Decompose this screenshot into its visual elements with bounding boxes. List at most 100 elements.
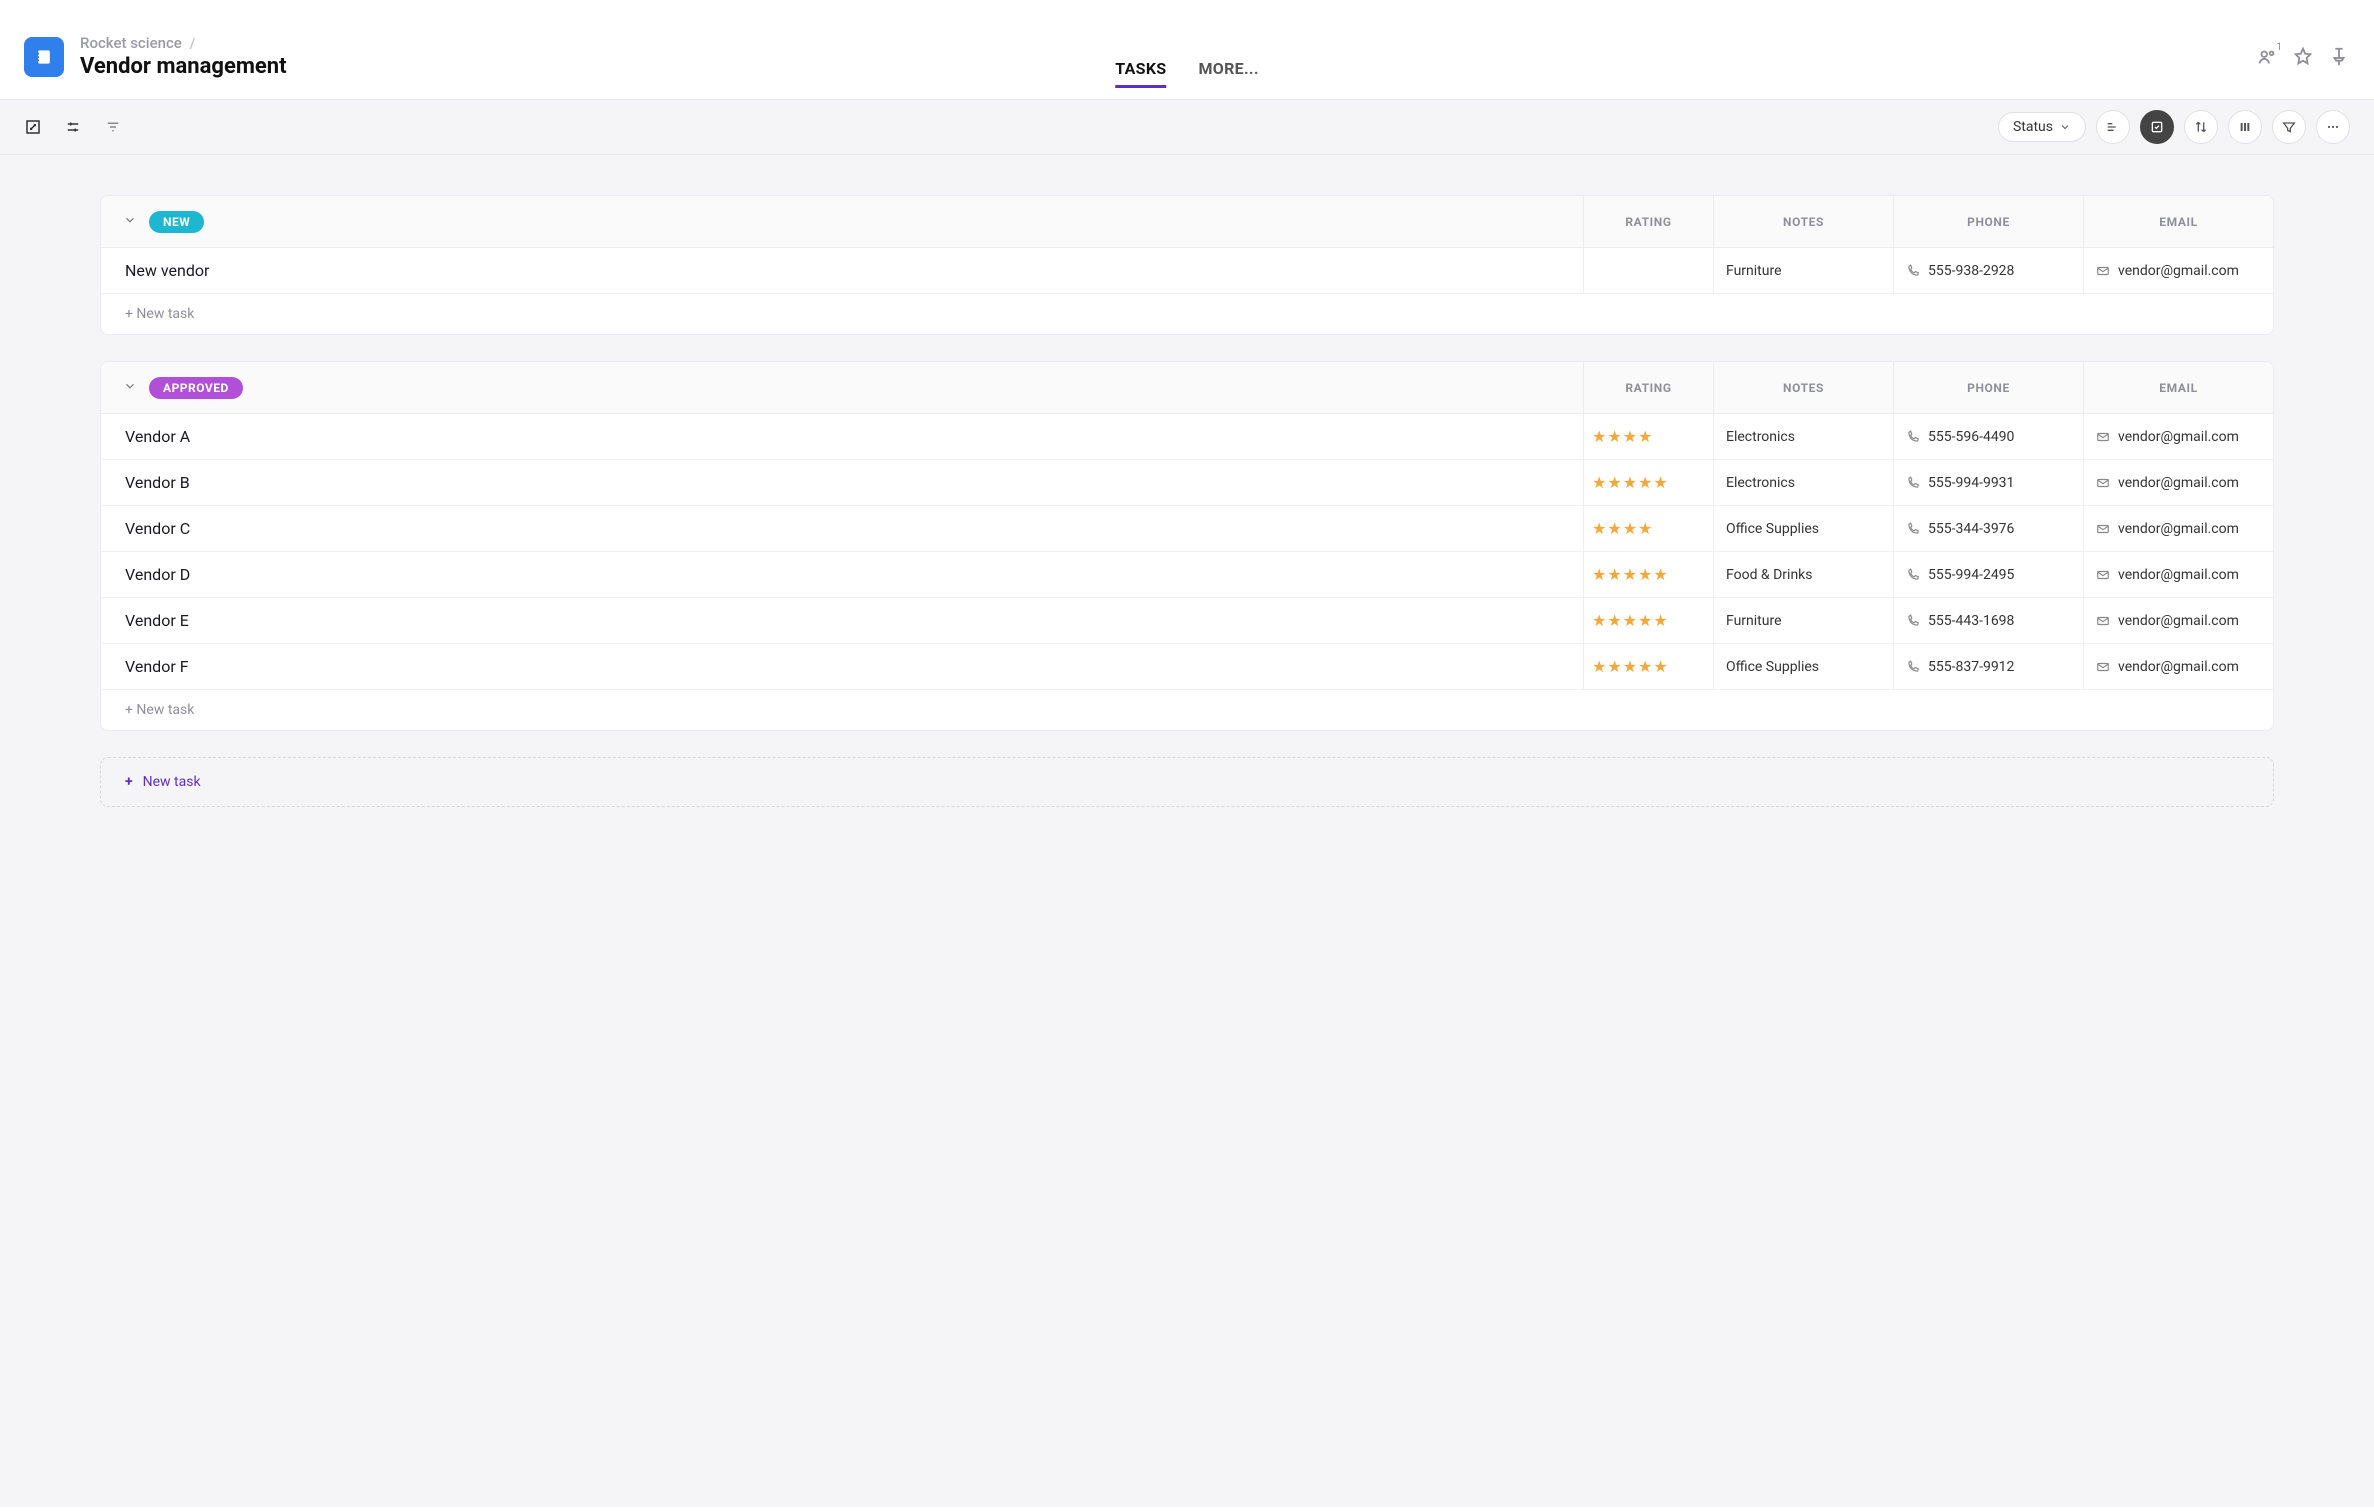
table-row[interactable]: Vendor E★★★★★Furniture555-443-1698vendor…	[101, 598, 2273, 644]
phone-cell[interactable]: 555-443-1698	[1893, 598, 2083, 643]
star-icon: ★	[1653, 611, 1667, 630]
notes-cell[interactable]: Office Supplies	[1713, 506, 1893, 551]
email-cell[interactable]: vendor@gmail.com	[2083, 598, 2273, 643]
new-task-bottom-label: New task	[143, 774, 201, 790]
tab-more[interactable]: MORE...	[1198, 59, 1258, 106]
star-icon: ★	[1592, 611, 1606, 630]
filter-button[interactable]	[2272, 110, 2306, 144]
phone-cell[interactable]: 555-994-2495	[1893, 552, 2083, 597]
status-dropdown[interactable]: Status	[1998, 112, 2086, 142]
chevron-down-icon	[2059, 121, 2071, 133]
notes-cell[interactable]: Food & Drinks	[1713, 552, 1893, 597]
rating-cell[interactable]	[1583, 248, 1713, 293]
column-header-phone[interactable]: PHONE	[1893, 362, 2083, 413]
status-group-new: NEW RATINGNOTESPHONEEMAIL New vendor Furnit…	[100, 195, 2274, 335]
table-row[interactable]: New vendor Furniture555-938-2928vendor@gm…	[101, 248, 2273, 294]
notes-cell[interactable]: Electronics	[1713, 414, 1893, 459]
notes-cell[interactable]: Furniture	[1713, 248, 1893, 293]
notes-cell[interactable]: Electronics	[1713, 460, 1893, 505]
star-icon: ★	[1607, 519, 1621, 538]
notes-cell[interactable]: Furniture	[1713, 598, 1893, 643]
share-icon[interactable]: 1	[2256, 46, 2278, 68]
phone-cell[interactable]: 555-344-3976	[1893, 506, 2083, 551]
group-header: NEW RATINGNOTESPHONEEMAIL	[101, 196, 2273, 248]
star-icon: ★	[1638, 657, 1652, 676]
phone-cell[interactable]: 555-596-4490	[1893, 414, 2083, 459]
star-icon: ★	[1592, 565, 1606, 584]
star-icon: ★	[1592, 657, 1606, 676]
phone-cell[interactable]: 555-938-2928	[1893, 248, 2083, 293]
table-row[interactable]: Vendor F★★★★★Office Supplies555-837-9912…	[101, 644, 2273, 690]
star-icon: ★	[1653, 473, 1667, 492]
vendor-name[interactable]: Vendor B	[101, 460, 1583, 505]
filter-settings-icon[interactable]	[104, 118, 122, 136]
star-icon: ★	[1638, 611, 1652, 630]
email-cell[interactable]: vendor@gmail.com	[2083, 552, 2273, 597]
column-header-email[interactable]: EMAIL	[2083, 362, 2273, 413]
sort-button[interactable]	[2184, 110, 2218, 144]
rating-cell[interactable]: ★★★★	[1583, 506, 1713, 551]
checklist-view-button[interactable]	[2140, 110, 2174, 144]
plus-icon: +	[125, 774, 133, 790]
vendor-name[interactable]: New vendor	[101, 248, 1583, 293]
vendor-name[interactable]: Vendor D	[101, 552, 1583, 597]
vendor-name[interactable]: Vendor E	[101, 598, 1583, 643]
collapse-toggle[interactable]	[123, 212, 137, 231]
folder-icon[interactable]	[24, 37, 64, 77]
adjust-icon[interactable]	[64, 118, 82, 136]
new-task-bottom[interactable]: + New task	[100, 757, 2274, 807]
table-row[interactable]: Vendor D★★★★★Food & Drinks555-994-2495ve…	[101, 552, 2273, 598]
table-row[interactable]: Vendor B★★★★★Electronics555-994-9931vend…	[101, 460, 2273, 506]
notes-cell[interactable]: Office Supplies	[1713, 644, 1893, 689]
email-cell[interactable]: vendor@gmail.com	[2083, 644, 2273, 689]
add-task-row[interactable]: + New task	[101, 690, 2273, 730]
content-area: NEWRATINGNOTESPHONEEMAILNew vendorFurnit…	[0, 155, 2374, 1507]
star-icon: ★	[1623, 519, 1637, 538]
vendor-name[interactable]: Vendor F	[101, 644, 1583, 689]
table-row[interactable]: Vendor A★★★★Electronics555-596-4490vendo…	[101, 414, 2273, 460]
email-cell[interactable]: vendor@gmail.com	[2083, 248, 2273, 293]
star-icon[interactable]	[2292, 46, 2314, 68]
status-pill-approved[interactable]: APPROVED	[149, 377, 243, 399]
rating-cell[interactable]: ★★★★★	[1583, 598, 1713, 643]
star-icon: ★	[1623, 473, 1637, 492]
status-pill-new[interactable]: NEW	[149, 211, 204, 233]
rating-cell[interactable]: ★★★★★	[1583, 552, 1713, 597]
star-icon: ★	[1623, 565, 1637, 584]
more-options-button[interactable]	[2316, 110, 2350, 144]
expand-icon[interactable]	[24, 118, 42, 136]
star-icon: ★	[1592, 519, 1606, 538]
tab-tasks[interactable]: TASKS	[1115, 59, 1166, 106]
star-icon: ★	[1592, 473, 1606, 492]
rating-cell[interactable]: ★★★★★	[1583, 644, 1713, 689]
email-cell[interactable]: vendor@gmail.com	[2083, 460, 2273, 505]
group-header: APPROVED RATINGNOTESPHONEEMAIL	[101, 362, 2273, 414]
email-cell[interactable]: vendor@gmail.com	[2083, 414, 2273, 459]
column-header-notes[interactable]: NOTES	[1713, 362, 1893, 413]
vendor-name[interactable]: Vendor C	[101, 506, 1583, 551]
table-row[interactable]: Vendor C★★★★Office Supplies555-344-3976v…	[101, 506, 2273, 552]
columns-button[interactable]	[2228, 110, 2262, 144]
share-count-badge: 1	[2276, 42, 2282, 53]
star-icon: ★	[1638, 427, 1652, 446]
gantt-view-button[interactable]	[2096, 110, 2130, 144]
column-header-notes[interactable]: NOTES	[1713, 196, 1893, 247]
rating-cell[interactable]: ★★★★★	[1583, 460, 1713, 505]
rating-cell[interactable]: ★★★★	[1583, 414, 1713, 459]
star-icon: ★	[1653, 565, 1667, 584]
column-header-phone[interactable]: PHONE	[1893, 196, 2083, 247]
vendor-name[interactable]: Vendor A	[101, 414, 1583, 459]
collapse-toggle[interactable]	[123, 378, 137, 397]
column-header-email[interactable]: EMAIL	[2083, 196, 2273, 247]
email-cell[interactable]: vendor@gmail.com	[2083, 506, 2273, 551]
breadcrumb-parent[interactable]: Rocket science	[80, 34, 182, 52]
pin-icon[interactable]	[2328, 46, 2350, 68]
column-header-rating[interactable]: RATING	[1583, 362, 1713, 413]
column-header-rating[interactable]: RATING	[1583, 196, 1713, 247]
star-icon: ★	[1607, 473, 1621, 492]
phone-cell[interactable]: 555-837-9912	[1893, 644, 2083, 689]
star-icon: ★	[1638, 519, 1652, 538]
breadcrumb[interactable]: Rocket science /	[80, 34, 287, 52]
phone-cell[interactable]: 555-994-9931	[1893, 460, 2083, 505]
add-task-row[interactable]: + New task	[101, 294, 2273, 334]
